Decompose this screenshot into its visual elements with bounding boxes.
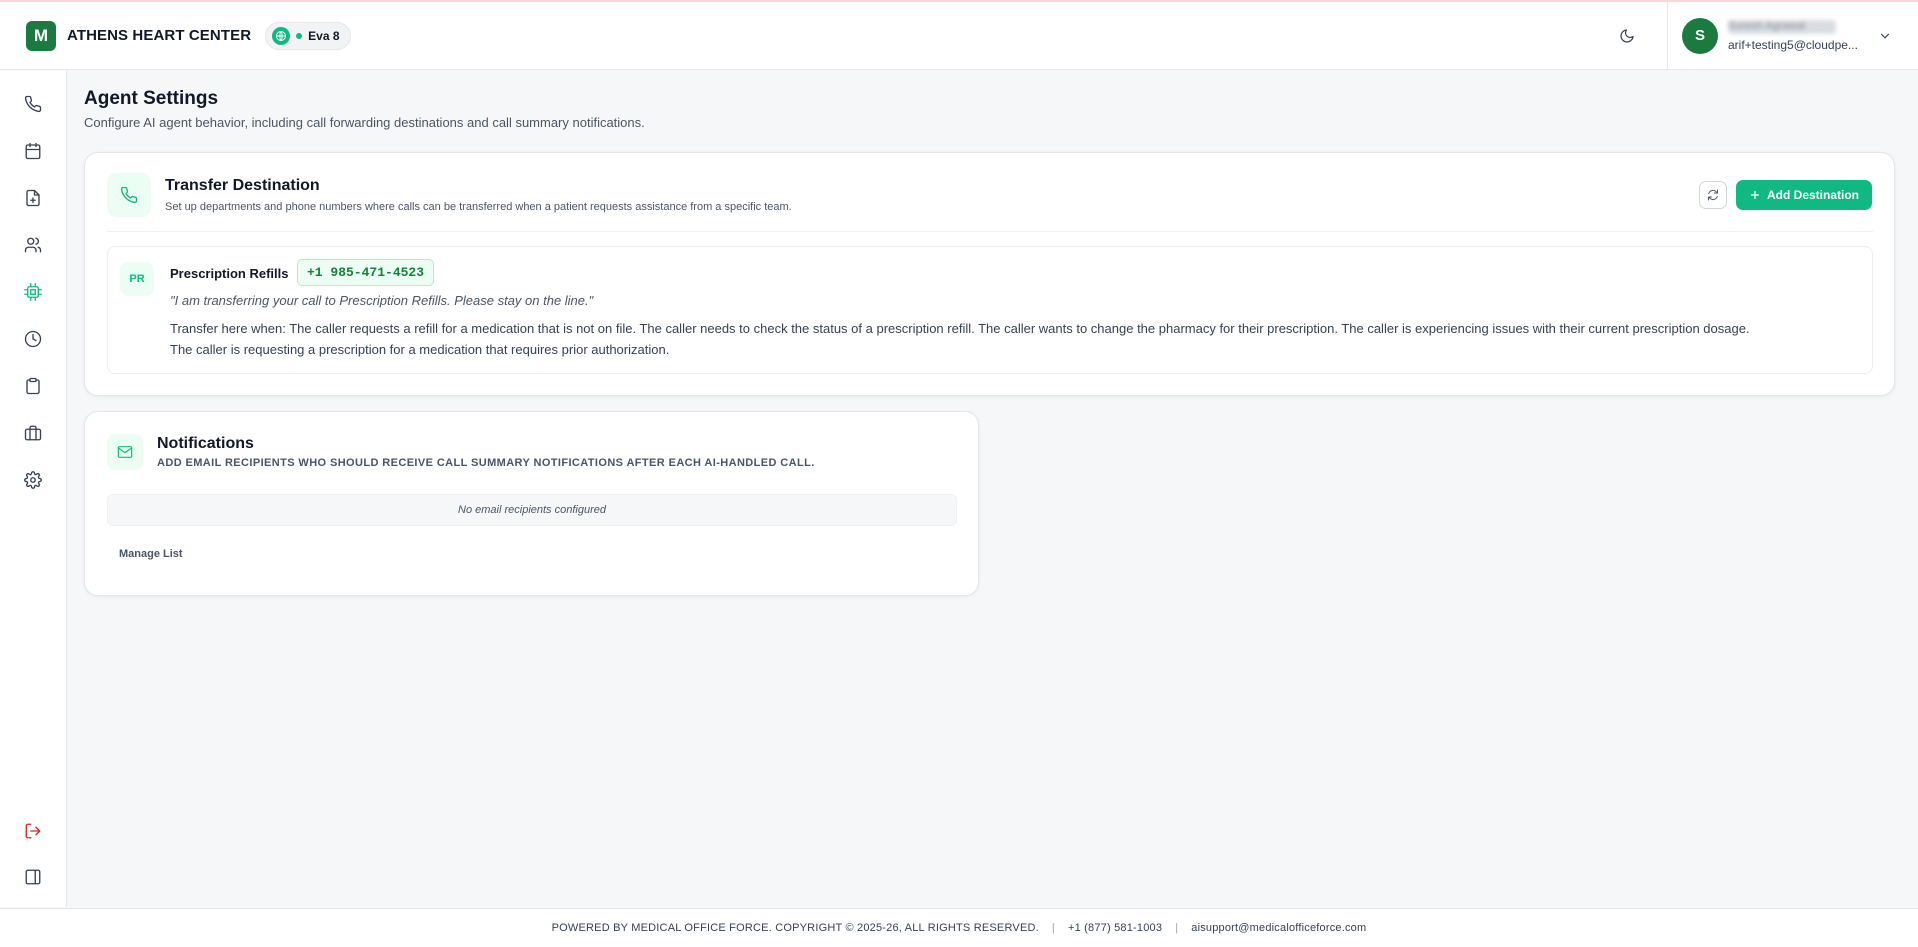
- notifications-title: Notifications: [157, 435, 254, 452]
- agent-name: Eva 8: [308, 28, 340, 43]
- refresh-button[interactable]: [1699, 181, 1727, 209]
- clipboard-icon: [26, 377, 40, 395]
- destination-item[interactable]: PR Prescription Refills +1 985-471-4523 …: [107, 246, 1873, 374]
- sidebar-item-settings[interactable]: [18, 465, 48, 495]
- plus-icon: [1750, 190, 1760, 200]
- moon-icon: [1620, 28, 1634, 43]
- destination-initials: PR: [120, 262, 154, 296]
- footer-separator: |: [1051, 922, 1055, 934]
- sidebar-item-tasks[interactable]: [18, 371, 48, 401]
- sidebar-item-practice[interactable]: [18, 418, 48, 448]
- avatar: S: [1682, 17, 1718, 54]
- page-subtitle: Configure AI agent behavior, including c…: [84, 115, 645, 130]
- globe-icon: [272, 26, 291, 45]
- add-destination-button[interactable]: Add Destination: [1736, 180, 1872, 210]
- main-content: Agent Settings Configure AI agent behavi…: [84, 88, 1896, 130]
- chevron-down-icon: [1880, 33, 1890, 39]
- transfer-title: Transfer Destination: [165, 177, 320, 194]
- users-icon: [24, 237, 42, 253]
- destination-phone: +1 985-471-4523: [297, 259, 435, 286]
- empty-recipients-message: No email recipients configured: [107, 494, 957, 526]
- user-email: arif+testing5@cloudpe...: [1728, 37, 1858, 52]
- user-name: Suresh Agrawal: [1728, 19, 1836, 34]
- footer-separator: |: [1175, 922, 1179, 934]
- sidebar-item-documents[interactable]: [18, 183, 48, 213]
- page-title: Agent Settings: [84, 88, 219, 109]
- sidebar-toggle-icon: [25, 869, 41, 885]
- footer-email[interactable]: aisupport@medicalofficeforce.com: [1191, 922, 1366, 934]
- transfer-subtitle: Set up departments and phone numbers whe…: [165, 201, 792, 213]
- footer: POWERED BY MEDICAL OFFICE FORCE. COPYRIG…: [0, 908, 1918, 947]
- theme-toggle-button[interactable]: [1611, 20, 1643, 52]
- logout-button[interactable]: [18, 816, 48, 846]
- sidebar-toggle-button[interactable]: [18, 862, 48, 892]
- sidebar-item-calendar[interactable]: [18, 136, 48, 166]
- add-destination-label: Add Destination: [1767, 188, 1859, 202]
- destination-name: Prescription Refills: [170, 266, 289, 281]
- sidebar-item-users[interactable]: [18, 230, 48, 260]
- transfer-icon-tile: [107, 173, 151, 217]
- cpu-icon: [24, 283, 42, 301]
- gear-icon: [24, 471, 42, 489]
- sidebar: [0, 71, 67, 907]
- organization-name: ATHENS HEART CENTER: [67, 27, 252, 44]
- manage-list-button[interactable]: Manage List: [119, 548, 183, 560]
- divider: [107, 231, 1873, 232]
- notifications-icon-tile: [107, 434, 143, 470]
- sidebar-item-history[interactable]: [18, 324, 48, 354]
- sidebar-item-calls[interactable]: [18, 89, 48, 119]
- briefcase-icon: [24, 425, 42, 441]
- mail-icon: [117, 446, 133, 458]
- user-menu[interactable]: S Suresh Agrawal arif+testing5@cloudpe..…: [1667, 1, 1892, 70]
- header-actions: S Suresh Agrawal arif+testing5@cloudpe..…: [1611, 1, 1892, 70]
- sidebar-item-agent[interactable]: [18, 277, 48, 307]
- notifications-subtitle: ADD EMAIL RECIPIENTS WHO SHOULD RECEIVE …: [157, 457, 815, 469]
- calendar-icon: [25, 142, 41, 160]
- app-logo: M: [26, 20, 56, 51]
- transfer-destination-card: Transfer Destination Set up departments …: [84, 152, 1895, 396]
- top-header: M ATHENS HEART CENTER Eva 8 S Suresh Agr…: [0, 1, 1918, 70]
- notifications-card: Notifications ADD EMAIL RECIPIENTS WHO S…: [84, 411, 979, 596]
- status-dot-icon: [296, 32, 303, 39]
- file-plus-icon: [26, 189, 40, 207]
- destination-description: Transfer here when: The caller requests …: [170, 321, 1750, 357]
- footer-copyright: POWERED BY MEDICAL OFFICE FORCE. COPYRIG…: [551, 922, 1039, 934]
- user-info: Suresh Agrawal arif+testing5@cloudpe...: [1728, 19, 1864, 52]
- logout-icon: [25, 823, 41, 839]
- destination-quote: "I am transferring your call to Prescrip…: [170, 293, 594, 308]
- phone-icon: [24, 95, 42, 113]
- agent-badge[interactable]: Eva 8: [265, 21, 351, 50]
- refresh-icon: [1708, 189, 1718, 201]
- clock-icon: [24, 330, 42, 348]
- phone-icon: [120, 186, 138, 204]
- footer-phone[interactable]: +1 (877) 581-1003: [1068, 922, 1162, 934]
